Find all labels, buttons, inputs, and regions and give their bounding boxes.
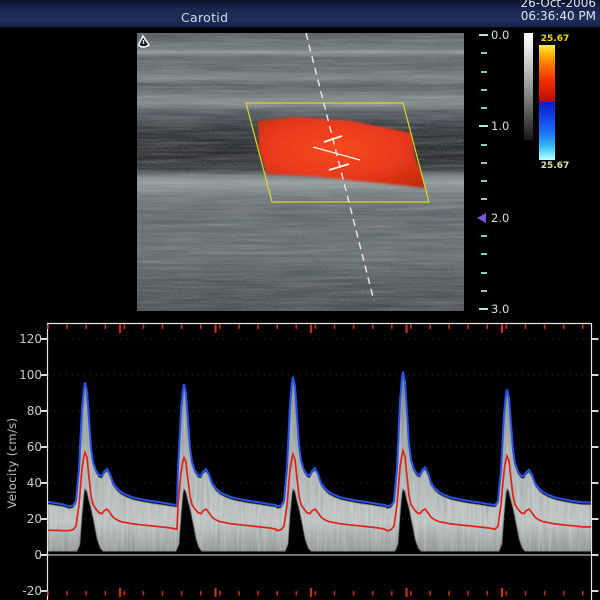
- ultrasound-screen: Carotid 26-Oct-2006 06:36:40 PM: [0, 0, 600, 600]
- velocity-tick-label: -20: [6, 584, 42, 598]
- spectral-waveform: [0, 0, 600, 600]
- spectral-doppler-panel: Velocity (cm/s): [0, 311, 600, 600]
- velocity-tick-label: 60: [6, 440, 42, 454]
- velocity-tick-label: 0: [6, 548, 42, 562]
- velocity-tick-label: 120: [6, 332, 42, 346]
- velocity-tick-label: 40: [6, 476, 42, 490]
- velocity-tick-label: 80: [6, 404, 42, 418]
- velocity-tick-label: 20: [6, 512, 42, 526]
- velocity-tick-label: 100: [6, 368, 42, 382]
